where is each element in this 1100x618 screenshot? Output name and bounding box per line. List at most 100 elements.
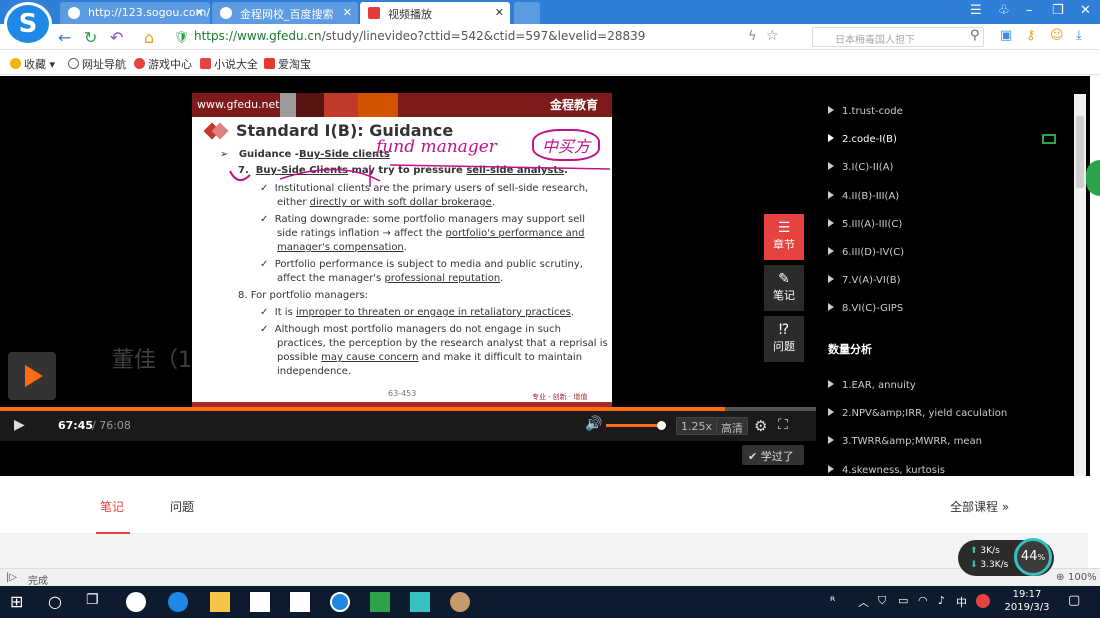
zoom-icon[interactable]: ⊕ <box>1056 572 1064 583</box>
volume-slider[interactable] <box>606 421 667 430</box>
tab-notes[interactable]: 笔记 <box>100 498 124 515</box>
chapter-scrollbar[interactable] <box>1074 94 1086 476</box>
fullscreen-icon[interactable]: ⛶ <box>778 417 788 433</box>
notification-icon[interactable]: ▢ <box>1068 593 1080 608</box>
text: . <box>403 242 407 253</box>
back-icon[interactable]: ← <box>58 28 71 47</box>
chapter-item[interactable]: 2.NPV&amp;IRR, yield caculation <box>828 408 1007 419</box>
settings-gear-icon[interactable]: ⚙ <box>754 417 767 435</box>
slide-bullet-5d: independence. <box>277 366 352 377</box>
sogou-browser-logo-icon[interactable]: S <box>4 2 52 46</box>
search-icon[interactable]: ⚲ <box>970 28 980 43</box>
all-courses-link[interactable]: 全部课程 » <box>950 498 1009 515</box>
side-float-badge[interactable] <box>1086 160 1100 196</box>
video-player[interactable]: www.gfedu.net 金程教育 Standard I(B): Guidan… <box>0 76 816 476</box>
chapter-item[interactable]: 8.VI(C)-GIPS <box>828 303 903 314</box>
close-window-icon[interactable]: ✕ <box>1080 3 1091 18</box>
chapter-item[interactable]: 4.skewness, kurtosis <box>828 464 945 476</box>
bookmark-novels[interactable]: 小说大全 <box>200 56 258 72</box>
quality-button[interactable]: 高清 <box>716 417 748 435</box>
chapter-item[interactable]: 5.III(A)-III(C) <box>828 218 902 230</box>
mark-learned-button[interactable]: ✔ 学过了 <box>742 445 804 465</box>
tab-sogou[interactable]: http://123.sogou.com/ ✕ <box>60 2 210 24</box>
network-speed-widget[interactable]: ⬆ 3K/s ⬇ 3.3K/s 44% <box>958 538 1054 576</box>
volume-icon[interactable]: 🔊 <box>585 416 602 432</box>
ie-browser-icon[interactable] <box>168 592 188 612</box>
windows-start-icon[interactable]: ⊞ <box>10 592 30 612</box>
battery-icon[interactable]: ▭ <box>898 594 908 607</box>
tray-chevron-icon[interactable]: ︿ <box>858 594 869 610</box>
side-questions-button[interactable]: ⁉ 问题 <box>764 316 804 362</box>
close-tab-icon[interactable]: ✕ <box>195 6 204 19</box>
bookmark-games[interactable]: 游戏中心 <box>134 56 192 72</box>
media-player-icon[interactable] <box>410 592 430 612</box>
star-icon[interactable]: ☆ <box>766 28 779 44</box>
tab-baidu[interactable]: 金程网校_百度搜索 ✕ <box>212 2 358 24</box>
stripe <box>324 93 358 117</box>
side-button-label: 问题 <box>773 340 795 353</box>
search-input[interactable]: 日本梅毒国人担下 <box>812 27 984 47</box>
task-view-icon[interactable]: ❐ <box>86 592 106 612</box>
maximize-icon[interactable]: ❐ <box>1052 3 1064 18</box>
close-tab-icon[interactable]: ✕ <box>343 6 352 19</box>
chapter-item[interactable]: 6.III(D)-IV(C) <box>828 247 904 258</box>
minimize-icon[interactable]: – <box>1026 3 1033 18</box>
tab-video[interactable]: 视频播放 ✕ <box>360 2 510 24</box>
side-notes-button[interactable]: ✎ 笔记 <box>764 265 804 311</box>
shield-icon[interactable]: ⛉ <box>878 594 886 608</box>
close-tab-icon[interactable]: ✕ <box>495 6 504 19</box>
store-icon[interactable] <box>250 592 270 612</box>
app-pinwheel-icon[interactable] <box>126 592 146 612</box>
speaker-icon[interactable]: ♪ <box>938 594 945 607</box>
chapter-item[interactable]: 4.II(B)-III(A) <box>828 190 899 202</box>
chapter-item[interactable]: 7.V(A)-VI(B) <box>828 275 901 286</box>
lightning-icon[interactable]: ϟ <box>748 29 757 44</box>
ime-indicator[interactable]: 中 <box>956 594 967 610</box>
shirt-skin-icon[interactable]: ♧ <box>998 3 1010 18</box>
bookmark-label: 游戏中心 <box>148 58 192 71</box>
system-clock[interactable]: 19:17 2019/3/3 <box>1004 588 1050 614</box>
home-icon[interactable]: ⌂ <box>144 28 154 47</box>
download-icon[interactable]: ⤓ <box>1076 28 1082 43</box>
wifi-icon[interactable]: ◠ <box>918 594 928 607</box>
chat-icon[interactable]: ☺ <box>1050 28 1064 43</box>
url-path: /study/linevideo?cttid=542&ctid=597&leve… <box>321 29 646 43</box>
side-chapters-button[interactable]: ☰ 章节 <box>764 214 804 260</box>
sogou-taskbar-icon[interactable] <box>330 592 350 612</box>
bookmark-favorites[interactable]: 收藏 ▾ <box>10 56 55 72</box>
chapter-label: 2.code-I(B) <box>842 134 897 146</box>
play-pause-icon[interactable]: ▶ <box>14 417 25 433</box>
refresh-icon[interactable]: ↻ <box>84 28 97 47</box>
text: improper to threaten or engage in retali… <box>295 307 571 318</box>
sidebar-toggle-icon[interactable]: |▷ <box>6 572 17 583</box>
new-tab-button[interactable] <box>514 2 540 24</box>
chapter-item[interactable]: 1.EAR, annuity <box>828 380 916 391</box>
url-input[interactable]: https://www.gfedu.cn/study/linevideo?ctt… <box>194 29 645 43</box>
chapter-item[interactable]: 3.TWRR&amp;MWRR, mean <box>828 436 982 447</box>
zoom-level[interactable]: 100% <box>1068 572 1097 583</box>
tab-title: 视频播放 <box>388 8 432 21</box>
mail-icon[interactable] <box>290 592 310 612</box>
extension-icon[interactable]: ▣ <box>1000 28 1012 43</box>
chapter-item[interactable]: 1.trust-code <box>828 106 903 117</box>
scrollbar-thumb[interactable] <box>1076 116 1084 188</box>
iqiyi-icon[interactable] <box>370 592 390 612</box>
menu-icon[interactable]: ☰ <box>970 3 982 18</box>
bookmark-nav[interactable]: 网址导航 <box>68 56 126 72</box>
people-icon[interactable]: ᴿ <box>830 594 835 608</box>
bookmark-taobao[interactable]: 爱淘宝 <box>264 56 311 72</box>
undo-icon[interactable]: ↶ <box>110 28 123 47</box>
playback-speed-button[interactable]: 1.25x <box>676 417 718 435</box>
key-icon[interactable]: ⚷ <box>1026 28 1036 43</box>
cortana-icon[interactable]: ○ <box>48 592 68 612</box>
big-play-button[interactable] <box>8 352 56 400</box>
file-explorer-icon[interactable] <box>210 592 230 612</box>
tab-questions[interactable]: 问题 <box>170 498 194 515</box>
volume-handle[interactable] <box>657 421 667 430</box>
user-app-icon[interactable] <box>450 592 470 612</box>
download-speed-unit: K/s <box>994 560 1009 570</box>
chapter-item[interactable]: 3.I(C)-II(A) <box>828 162 893 173</box>
status-text: 完成 <box>28 576 48 587</box>
chapter-item[interactable]: 2.code-I(B) <box>828 134 897 145</box>
sogou-ime-icon[interactable] <box>976 594 990 608</box>
